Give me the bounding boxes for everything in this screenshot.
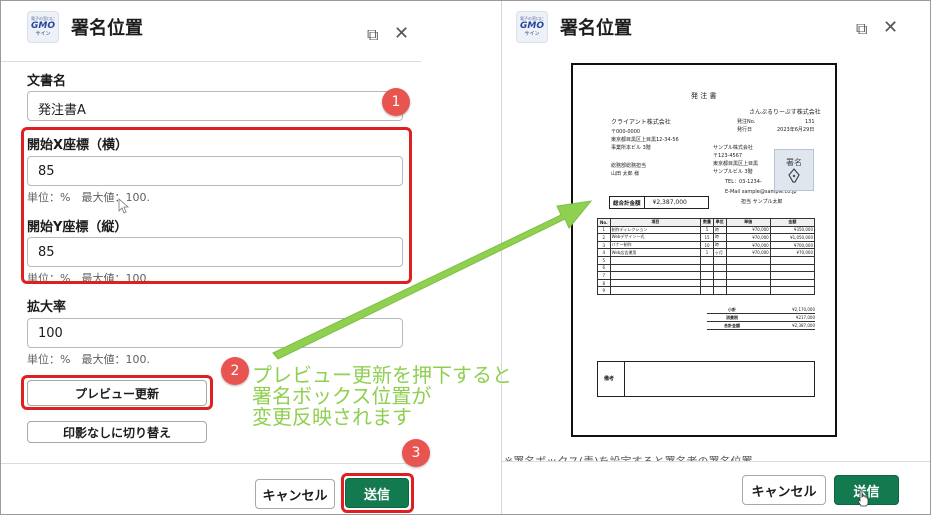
annotation-text: 署名ボックス位置が: [252, 384, 432, 408]
step-badge-3: 3: [402, 439, 430, 467]
annotation-text: 変更反映されます: [252, 405, 412, 429]
annotation-text: プレビュー更新を押下すると: [252, 363, 512, 387]
screenshot: 電子の窓口に GMO サイン 署名位置 ⧉ ✕ 文書名 発注書A 開始X座標（横…: [0, 0, 931, 515]
step-badge-1: 1: [382, 88, 410, 116]
annotation-arrow: [272, 200, 593, 360]
step-badge-2: 2: [221, 357, 249, 385]
